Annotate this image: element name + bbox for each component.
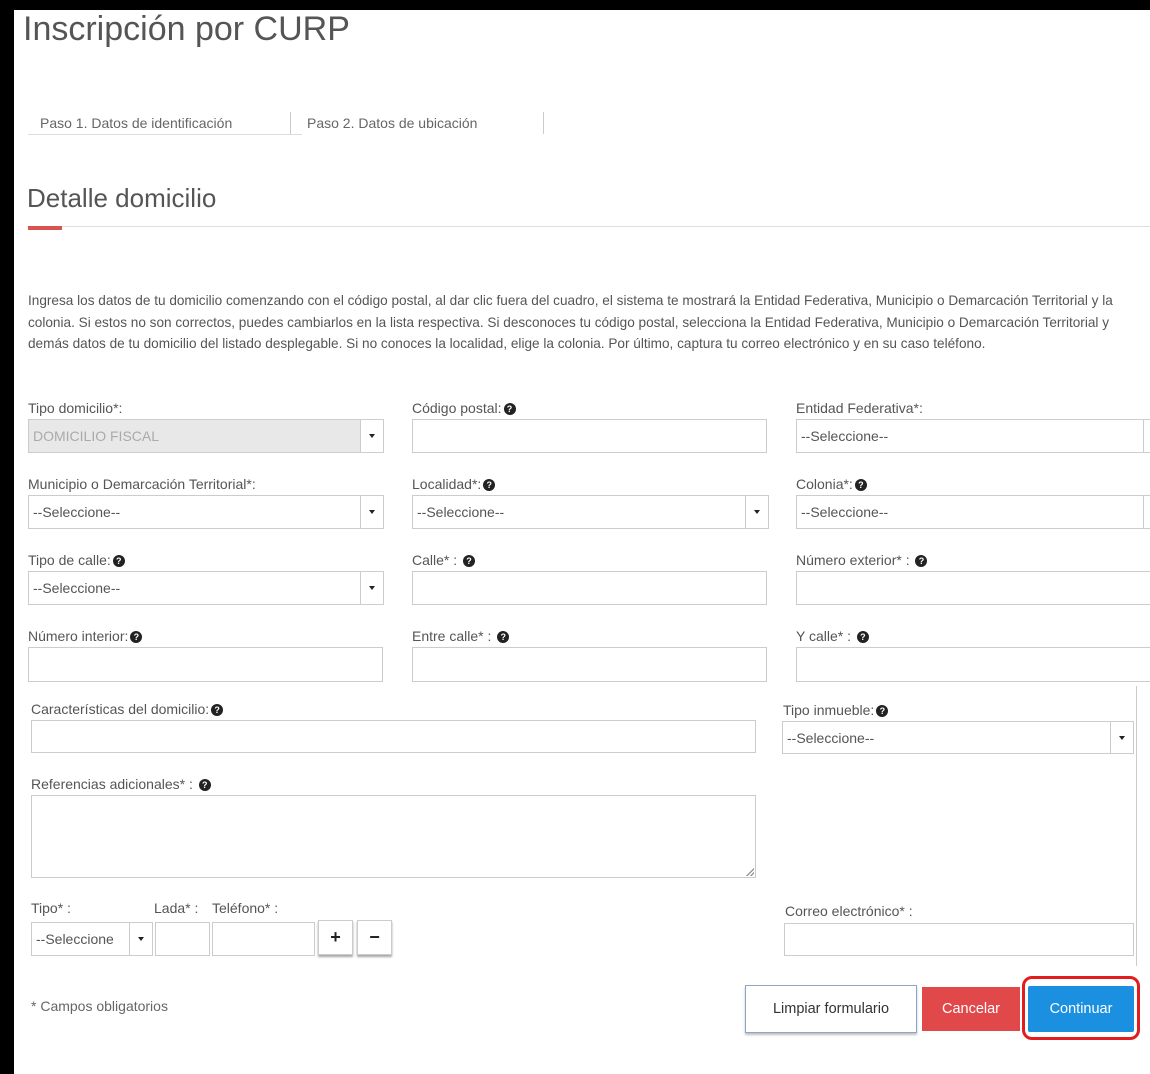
tipo-tel-label: Tipo* :	[31, 900, 71, 916]
resize-handle-icon[interactable]	[746, 868, 754, 876]
help-icon[interactable]: ?	[483, 479, 496, 491]
colonia-select[interactable]: --Seleccione--	[796, 495, 1150, 529]
y-calle-input[interactable]	[796, 647, 1150, 682]
colonia-label-wrap: Colonia*:?	[796, 476, 867, 492]
caracteristicas-input[interactable]	[31, 720, 756, 753]
numero-interior-label-wrap: Número interior:?	[28, 628, 143, 644]
y-calle-label-wrap: Y calle* : ?	[796, 628, 869, 644]
right-divider	[1136, 686, 1137, 966]
help-icon[interactable]: ?	[463, 555, 476, 567]
entre-calle-label: Entre calle* :	[412, 628, 492, 644]
telefono-label: Teléfono* :	[212, 900, 279, 916]
cancel-button[interactable]: Cancelar	[922, 987, 1020, 1031]
help-icon[interactable]: ?	[130, 631, 143, 643]
page-frame: Inscripción por CURP Paso 1. Datos de id…	[14, 10, 1150, 1074]
localidad-label: Localidad*:	[412, 476, 482, 492]
caracteristicas-label: Características del domicilio:	[31, 701, 210, 717]
section-title: Detalle domicilio	[27, 183, 217, 213]
localidad-label-wrap: Localidad*:?	[412, 476, 496, 492]
tipo-inmueble-value: --Seleccione--	[787, 730, 875, 746]
tipo-domicilio-value: DOMICILIO FISCAL	[33, 428, 160, 444]
help-icon[interactable]: ?	[915, 555, 928, 567]
tipo-inmueble-label-wrap: Tipo inmueble:?	[783, 702, 889, 718]
entidad-value: --Seleccione--	[801, 428, 889, 444]
continue-highlight-box	[1022, 976, 1140, 1040]
tipo-inmueble-label: Tipo inmueble:	[783, 702, 875, 718]
chevron-down-icon	[1110, 722, 1133, 753]
chevron-down-icon	[129, 923, 152, 955]
numero-exterior-label: Número exterior* :	[796, 552, 910, 568]
entidad-select[interactable]: --Seleccione--	[796, 419, 1150, 453]
tipo-calle-select[interactable]: --Seleccione--	[28, 571, 384, 605]
municipio-value: --Seleccione--	[33, 504, 121, 520]
tab-paso-2[interactable]: Paso 2. Datos de ubicación	[290, 112, 544, 134]
tipo-domicilio-label: Tipo domicilio*:	[28, 400, 123, 416]
entidad-caret-edge	[1143, 420, 1150, 452]
intro-text: Ingresa los datos de tu domicilio comenz…	[28, 293, 1113, 351]
lada-label: Lada* :	[154, 900, 199, 916]
tipo-inmueble-select[interactable]: --Seleccione--	[782, 721, 1134, 754]
chevron-down-icon	[360, 496, 383, 528]
y-calle-label: Y calle* :	[796, 628, 851, 644]
referencias-label-wrap: Referencias adicionales* : ?	[31, 776, 211, 792]
page-title: Inscripción por CURP	[23, 10, 350, 48]
colonia-caret-edge	[1143, 496, 1150, 528]
tipo-calle-label: Tipo de calle:	[28, 552, 111, 568]
help-icon[interactable]: ?	[211, 704, 224, 716]
help-icon[interactable]: ?	[854, 479, 867, 491]
codigo-postal-label: Código postal:	[412, 400, 502, 416]
correo-input[interactable]	[784, 923, 1134, 956]
codigo-postal-input[interactable]	[412, 419, 767, 453]
section-accent-bar	[28, 226, 62, 230]
help-icon[interactable]: ?	[856, 631, 869, 643]
chevron-down-icon	[745, 496, 768, 528]
tipo-tel-value: --Seleccione	[36, 931, 114, 947]
codigo-postal-label-wrap: Código postal:?	[412, 400, 516, 416]
referencias-label: Referencias adicionales* :	[31, 776, 193, 792]
plus-icon: +	[330, 927, 341, 947]
clear-form-button[interactable]: Limpiar formulario	[745, 985, 917, 1033]
entre-calle-label-wrap: Entre calle* : ?	[412, 628, 510, 644]
numero-exterior-label-wrap: Número exterior* : ?	[796, 552, 928, 568]
telefono-input[interactable]	[212, 922, 315, 956]
required-note: * Campos obligatorios	[31, 998, 168, 1014]
localidad-value: --Seleccione--	[417, 504, 505, 520]
help-icon[interactable]: ?	[112, 555, 125, 567]
tipo-tel-select[interactable]: --Seleccione	[31, 922, 153, 956]
minus-icon: −	[369, 927, 380, 947]
remove-phone-button[interactable]: −	[357, 920, 392, 955]
entidad-label: Entidad Federativa*:	[796, 400, 923, 416]
colonia-label: Colonia*:	[796, 476, 853, 492]
entre-calle-input[interactable]	[412, 647, 767, 682]
chevron-down-icon	[360, 420, 383, 452]
tipo-calle-label-wrap: Tipo de calle:?	[28, 552, 125, 568]
help-icon[interactable]: ?	[497, 631, 510, 643]
municipio-select[interactable]: --Seleccione--	[28, 495, 384, 529]
numero-interior-label: Número interior:	[28, 628, 129, 644]
chevron-down-icon	[360, 572, 383, 604]
localidad-select[interactable]: --Seleccione--	[412, 495, 769, 529]
help-icon[interactable]: ?	[876, 705, 889, 717]
calle-label: Calle* :	[412, 552, 458, 568]
calle-label-wrap: Calle* : ?	[412, 552, 476, 568]
calle-input[interactable]	[412, 571, 767, 605]
correo-label: Correo electrónico* :	[785, 903, 913, 919]
section-divider	[27, 226, 1150, 227]
tipo-calle-value: --Seleccione--	[33, 580, 121, 596]
numero-exterior-input[interactable]	[796, 571, 1150, 605]
caracteristicas-label-wrap: Características del domicilio:?	[31, 701, 224, 717]
numero-interior-input[interactable]	[28, 647, 383, 682]
help-icon[interactable]: ?	[503, 403, 516, 415]
colonia-value: --Seleccione--	[801, 504, 889, 520]
tab-paso-1[interactable]: Paso 1. Datos de identificación	[28, 112, 302, 135]
lada-input[interactable]	[155, 922, 210, 956]
help-icon[interactable]: ?	[198, 779, 211, 791]
tipo-domicilio-select[interactable]: DOMICILIO FISCAL	[28, 419, 384, 453]
municipio-label: Municipio o Demarcación Territorial*:	[28, 476, 256, 492]
referencias-textarea[interactable]	[31, 795, 756, 878]
add-phone-button[interactable]: +	[318, 920, 353, 955]
